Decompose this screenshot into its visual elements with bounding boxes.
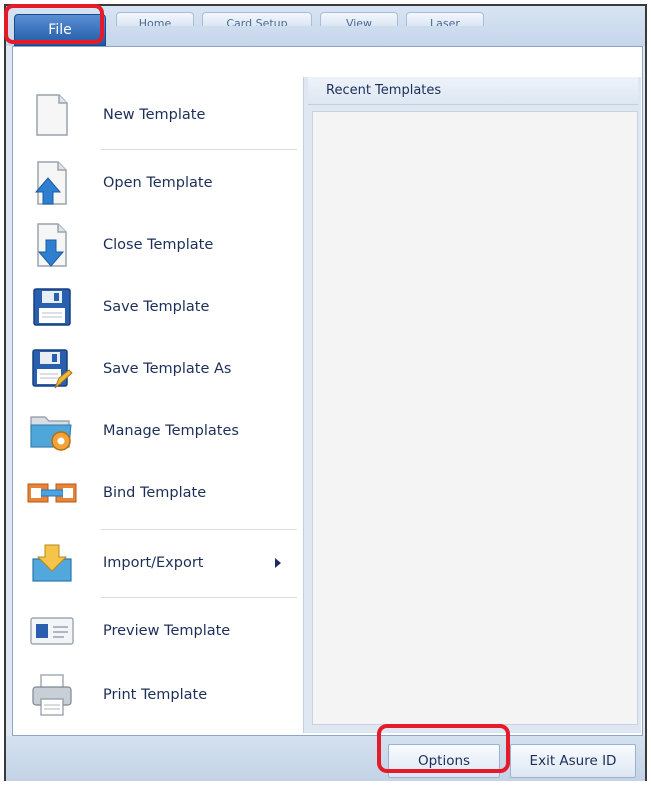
- tab-card-setup[interactable]: Card Setup: [202, 12, 312, 26]
- menu-item-label: Open Template: [103, 175, 213, 191]
- menu-separator: [101, 597, 297, 598]
- new-document-icon: [25, 88, 79, 142]
- tab-home[interactable]: Home: [116, 12, 194, 26]
- menu-item-label: Preview Template: [103, 623, 231, 639]
- file-menu: New Template Open Template Close Templat…: [12, 46, 643, 736]
- menu-item-preview-template[interactable]: Preview Template: [19, 601, 299, 661]
- menu-separator: [101, 529, 297, 530]
- file-menu-commands: New Template Open Template Close Templat…: [13, 77, 303, 733]
- file-menu-footer: Options Exit Asure ID: [6, 736, 645, 781]
- menu-item-bind-template[interactable]: Bind Template: [19, 463, 299, 523]
- menu-item-label: Save Template: [103, 299, 210, 315]
- open-template-icon: [25, 156, 79, 210]
- menu-item-manage-templates[interactable]: Manage Templates: [19, 401, 299, 461]
- exit-button[interactable]: Exit Asure ID: [510, 744, 636, 778]
- recent-templates-panel: Recent Templates: [303, 77, 641, 733]
- menu-item-label: Import/Export: [103, 555, 204, 571]
- menu-item-open-template[interactable]: Open Template: [19, 153, 299, 213]
- menu-item-save-template-as[interactable]: Save Template As: [19, 339, 299, 399]
- manage-templates-icon: [25, 404, 79, 458]
- close-template-icon: [25, 218, 79, 272]
- recent-templates-list[interactable]: [312, 111, 638, 725]
- menu-item-label: Print Template: [103, 687, 208, 703]
- submenu-arrow-icon: [275, 558, 281, 568]
- application-window: Home Card Setup View Laser File New Temp…: [4, 4, 647, 781]
- menu-item-import-export[interactable]: Import/Export: [19, 533, 299, 593]
- recent-templates-header: Recent Templates: [308, 77, 638, 105]
- tab-view[interactable]: View: [320, 12, 398, 26]
- menu-separator: [101, 149, 297, 150]
- menu-item-label: Manage Templates: [103, 423, 239, 439]
- tab-laser[interactable]: Laser: [406, 12, 484, 26]
- bind-template-icon: [25, 466, 79, 520]
- menu-item-save-template[interactable]: Save Template: [19, 277, 299, 337]
- menu-item-label: Bind Template: [103, 485, 207, 501]
- options-button[interactable]: Options: [388, 744, 500, 778]
- ribbon-tab-strip: Home Card Setup View Laser File: [6, 6, 645, 46]
- preview-card-icon: [25, 604, 79, 658]
- menu-item-close-template[interactable]: Close Template: [19, 215, 299, 275]
- menu-item-label: Save Template As: [103, 361, 232, 377]
- tab-file[interactable]: File: [14, 14, 106, 46]
- save-disk-icon: [25, 280, 79, 334]
- save-as-icon: [25, 342, 79, 396]
- menu-item-print-template[interactable]: Print Template: [19, 665, 299, 725]
- menu-item-label: Close Template: [103, 237, 214, 253]
- printer-icon: [25, 668, 79, 722]
- menu-item-label: New Template: [103, 107, 206, 123]
- import-export-icon: [25, 536, 79, 590]
- menu-item-new-template[interactable]: New Template: [19, 85, 299, 145]
